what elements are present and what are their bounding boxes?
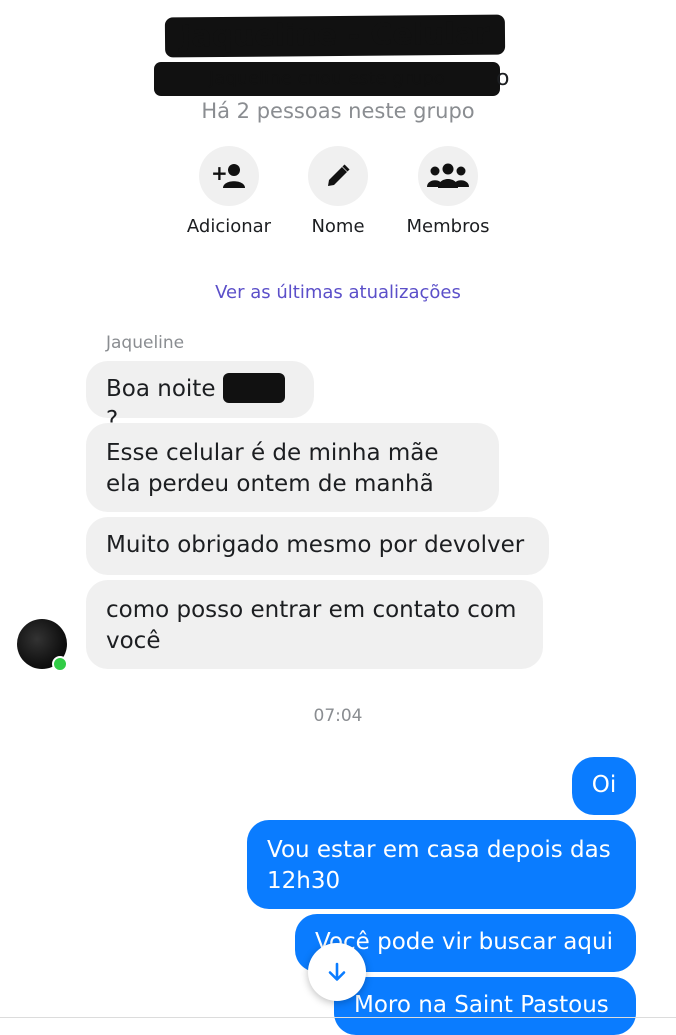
redacted-name [222,372,285,403]
incoming-message[interactable]: Esse celular é de minha mãe ela perdeu o… [86,423,499,512]
message-text: Boa noite [106,376,223,402]
add-member-button[interactable]: + Adicionar [169,146,289,237]
group-icon [418,146,478,206]
incoming-message[interactable]: Muito obrigado mesmo por devolver [86,517,549,575]
arrow-down-icon [328,962,346,981]
group-title: Jaqueline - Celular [164,14,506,58]
members-count: Há 2 pessoas neste grupo [201,99,475,123]
sender-name: Jaqueline [106,333,185,353]
outgoing-message[interactable]: Vou estar em casa depois das 12h30 [247,820,636,909]
members-button[interactable]: Membros [388,146,508,237]
rename-label: Nome [311,216,365,237]
members-label: Membros [406,216,490,237]
pencil-icon [308,146,368,206]
add-person-icon: + [199,146,259,206]
add-member-label: Adicionar [186,216,272,237]
outgoing-message[interactable]: Moro na Saint Pastous [334,977,636,1035]
divider [0,1017,676,1018]
incoming-message[interactable]: como posso entrar em contato com você [86,580,543,669]
outgoing-message[interactable]: Oi [572,757,636,815]
see-latest-updates-link[interactable]: Ver as últimas atualizações [0,282,676,303]
group-creator-line-tail: o [496,66,510,91]
rename-button[interactable]: Nome [278,146,398,237]
group-creator-line: Jaqueline criou este grupo [154,62,500,96]
online-status-dot [52,656,68,672]
svg-text:+: + [211,162,228,185]
scroll-to-bottom-button[interactable] [308,943,366,1001]
incoming-message[interactable]: Boa noite ? [86,361,314,433]
message-timestamp: 07:04 [313,706,363,726]
